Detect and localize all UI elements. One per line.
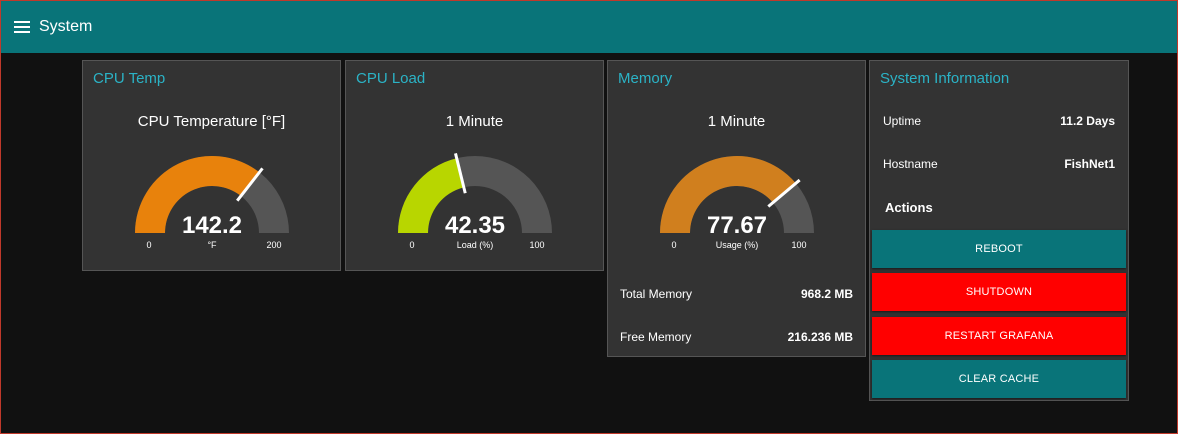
page-title: System: [39, 18, 93, 35]
gauge-units: °F: [207, 240, 217, 250]
gauge-value: 77.67: [707, 212, 767, 239]
uptime-label: Uptime: [883, 114, 922, 128]
gauge-max: 100: [529, 240, 544, 250]
actions-label: Actions: [885, 200, 933, 215]
reboot-button[interactable]: REBOOT: [872, 230, 1126, 268]
clear-cache-button[interactable]: CLEAR CACHE: [872, 360, 1126, 398]
uptime-value: 11.2 Days: [1060, 114, 1115, 128]
free-memory-row: Free Memory 216.236 MB: [620, 330, 853, 344]
free-memory-label: Free Memory: [620, 330, 692, 344]
total-memory-label: Total Memory: [620, 287, 693, 301]
cpu-temp-card: CPU Temp CPU Temperature [°F] 142.2 0 °F…: [82, 60, 341, 271]
gauge-min: 0: [409, 240, 414, 250]
gauge-max: 100: [791, 240, 806, 250]
shutdown-button[interactable]: SHUTDOWN: [872, 273, 1126, 311]
gauge-min: 0: [146, 240, 151, 250]
gauge-units: Load (%): [457, 240, 494, 250]
memory-gauge: 77.67 0 Usage (%) 100: [660, 155, 814, 250]
system-information-card: System Information Uptime 11.2 Days Host…: [869, 60, 1129, 401]
hamburger-menu-icon[interactable]: [14, 21, 30, 33]
total-memory-value: 968.2 MB: [800, 287, 853, 301]
gauge-min: 0: [671, 240, 676, 250]
restart-grafana-button[interactable]: RESTART GRAFANA: [872, 317, 1126, 355]
gauge-units: Usage (%): [716, 240, 759, 250]
hostname-label: Hostname: [883, 157, 938, 171]
cpu-temp-gauge: 142.2 0 °F 200: [135, 156, 289, 250]
free-memory-value: 216.236 MB: [787, 330, 853, 344]
gauge-max: 200: [266, 240, 281, 250]
cpu-load-gauge: 42.35 0 Load (%) 100: [398, 152, 552, 250]
top-toolbar: System: [1, 1, 1177, 53]
hostname-value: FishNet1: [1064, 157, 1115, 171]
card-title: System Information: [880, 70, 1010, 87]
total-memory-row: Total Memory 968.2 MB: [620, 287, 853, 301]
gauge-value: 142.2: [182, 212, 242, 239]
uptime-row: Uptime 11.2 Days: [883, 114, 1115, 128]
hostname-row: Hostname FishNet1: [883, 157, 1115, 171]
gauge-value: 42.35: [445, 212, 505, 239]
cpu-load-card: CPU Load 1 Minute 42.35 0 Load (%) 100: [345, 60, 604, 271]
memory-card: Memory 1 Minute 77.67 0 Usage (%) 100 To…: [607, 60, 866, 357]
